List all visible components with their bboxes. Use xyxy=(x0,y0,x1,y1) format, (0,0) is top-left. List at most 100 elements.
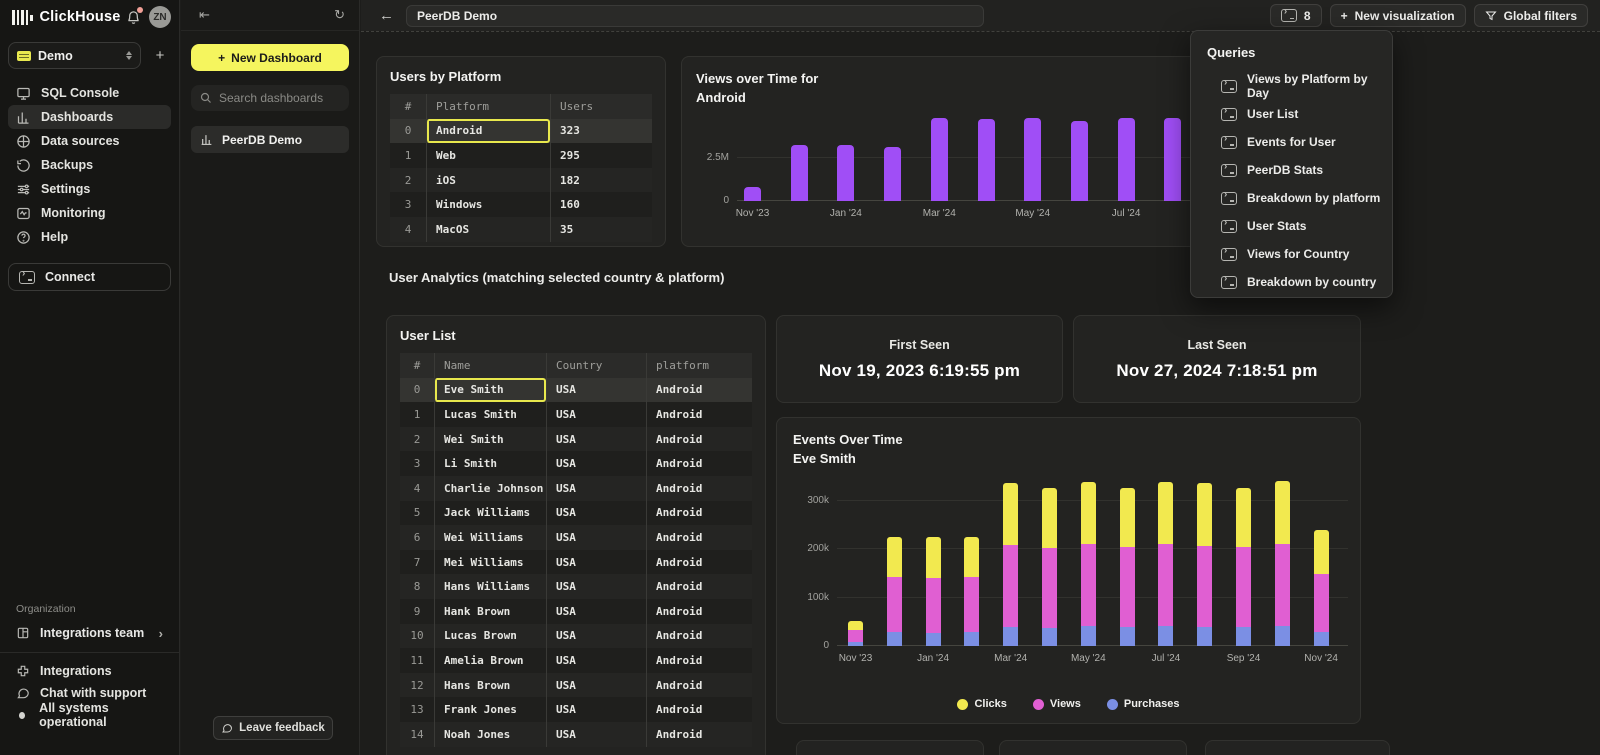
query-menu-item[interactable]: Breakdown by country xyxy=(1207,268,1392,296)
col-header[interactable]: platform xyxy=(646,353,752,378)
organization-team-item[interactable]: Integrations team › xyxy=(8,621,171,645)
dashboard-title-input[interactable] xyxy=(406,5,984,27)
platform-cell[interactable]: Web xyxy=(426,143,550,168)
name-cell[interactable]: Hank Brown xyxy=(434,599,546,624)
country-cell: USA xyxy=(546,673,646,698)
query-menu-item[interactable]: PeerDB Stats xyxy=(1207,156,1392,184)
events-chart-plot: 0100k200k300kNov '23Jan '24Mar '24May '2… xyxy=(837,473,1348,646)
collapse-panel-icon[interactable]: ⇤ xyxy=(199,7,210,23)
country-cell: USA xyxy=(546,501,646,526)
table-row[interactable]: 4 MacOS 35 xyxy=(390,217,652,242)
new-visualization-button[interactable]: + New visualization xyxy=(1330,4,1466,27)
table-row[interactable]: 12 Hans Brown USA Android xyxy=(400,673,752,698)
name-cell[interactable]: Amelia Brown xyxy=(434,648,546,673)
sidebar-item-sql-console[interactable]: SQL Console xyxy=(8,81,171,105)
table-row[interactable]: 4 Charlie Johnson USA Android xyxy=(400,476,752,501)
sidebar-item-settings[interactable]: Settings xyxy=(8,177,171,201)
name-cell[interactable]: Jack Williams xyxy=(434,501,546,526)
sidebar-item-monitoring[interactable]: Monitoring xyxy=(8,201,171,225)
platform-cell[interactable]: Android xyxy=(426,119,550,144)
system-status-item[interactable]: All systems operational xyxy=(8,704,171,726)
queries-menu-title: Queries xyxy=(1207,45,1392,60)
global-filters-button[interactable]: Global filters xyxy=(1474,4,1588,27)
legend-item[interactable]: Views xyxy=(1033,698,1081,710)
table-row[interactable]: 7 Mei Williams USA Android xyxy=(400,550,752,575)
table-row[interactable]: 13 Frank Jones USA Android xyxy=(400,697,752,722)
table-row[interactable]: 9 Hank Brown USA Android xyxy=(400,599,752,624)
name-cell[interactable]: Eve Smith xyxy=(434,378,546,403)
stat-label: First Seen xyxy=(889,338,949,352)
back-button[interactable]: ← xyxy=(379,7,394,24)
name-cell[interactable]: Li Smith xyxy=(434,451,546,476)
table-row[interactable]: 3 Windows 160 xyxy=(390,192,652,217)
name-cell[interactable]: Noah Jones xyxy=(434,722,546,747)
name-cell[interactable]: Wei Williams xyxy=(434,525,546,550)
system-status-label: All systems operational xyxy=(39,701,163,729)
refresh-icon[interactable]: ↻ xyxy=(334,7,345,23)
legend-item[interactable]: Purchases xyxy=(1107,698,1180,710)
legend-item[interactable]: Clicks xyxy=(957,698,1006,710)
table-row[interactable]: 8 Hans Williams USA Android xyxy=(400,574,752,599)
name-cell[interactable]: Hans Brown xyxy=(434,673,546,698)
connect-button[interactable]: Connect xyxy=(8,263,171,291)
leave-feedback-button[interactable]: Leave feedback xyxy=(213,716,333,740)
integrations-item[interactable]: Integrations xyxy=(8,660,171,682)
table-row[interactable]: 0 Android 323 xyxy=(390,119,652,144)
workspace-selector[interactable]: Demo xyxy=(8,42,141,69)
table-row[interactable]: 2 iOS 182 xyxy=(390,168,652,193)
add-workspace-button[interactable]: + xyxy=(149,47,171,64)
col-header[interactable]: # xyxy=(390,94,426,119)
chart-legend: Clicks Views Purchases xyxy=(777,698,1360,710)
sidebar-item-dashboards[interactable]: Dashboards xyxy=(8,105,171,129)
platform-cell[interactable]: MacOS xyxy=(426,217,550,242)
new-dashboard-button[interactable]: + New Dashboard xyxy=(191,44,349,71)
name-cell[interactable]: Hans Williams xyxy=(434,574,546,599)
name-cell[interactable]: Frank Jones xyxy=(434,697,546,722)
col-header[interactable]: Users xyxy=(550,94,652,119)
col-header[interactable]: Platform xyxy=(426,94,550,119)
sidebar-item-backups[interactable]: Backups xyxy=(8,153,171,177)
table-row[interactable]: 0 Eve Smith USA Android xyxy=(400,378,752,403)
platform-cell[interactable]: Windows xyxy=(426,192,550,217)
dashboard-search-input[interactable] xyxy=(219,91,340,105)
avatar[interactable]: ZN xyxy=(149,6,171,28)
query-menu-item[interactable]: User Stats xyxy=(1207,212,1392,240)
platform-cell: Android xyxy=(646,525,752,550)
sidebar-item-help[interactable]: Help xyxy=(8,225,171,249)
workspace-icon xyxy=(17,51,31,61)
query-menu-item[interactable]: Breakdown by platform xyxy=(1207,184,1392,212)
dashboard-list-item[interactable]: PeerDB Demo xyxy=(191,126,349,153)
table-row[interactable]: 6 Wei Williams USA Android xyxy=(400,525,752,550)
table-row[interactable]: 1 Lucas Smith USA Android xyxy=(400,402,752,427)
col-header[interactable]: Country xyxy=(546,353,646,378)
name-cell[interactable]: Wei Smith xyxy=(434,427,546,452)
name-cell[interactable]: Charlie Johnson xyxy=(434,476,546,501)
query-menu-item[interactable]: Views for Country xyxy=(1207,240,1392,268)
table-row[interactable]: 5 Jack Williams USA Android xyxy=(400,501,752,526)
table-row[interactable]: 3 Li Smith USA Android xyxy=(400,451,752,476)
dashboard-search[interactable] xyxy=(191,85,349,111)
bar-segment xyxy=(926,537,941,578)
queries-count-button[interactable]: 8 xyxy=(1270,4,1322,27)
row-index: 4 xyxy=(390,217,426,242)
table-row[interactable]: 14 Noah Jones USA Android xyxy=(400,722,752,747)
table-row[interactable]: 2 Wei Smith USA Android xyxy=(400,427,752,452)
query-menu-item[interactable]: User List xyxy=(1207,100,1392,128)
sidebar-item-label: SQL Console xyxy=(41,86,119,100)
notifications-bell-icon[interactable] xyxy=(126,10,141,25)
name-cell[interactable]: Lucas Brown xyxy=(434,624,546,649)
bar-segment xyxy=(848,642,863,646)
query-menu-item[interactable]: Events for User xyxy=(1207,128,1392,156)
bar-segment xyxy=(1275,626,1290,646)
table-row[interactable]: 10 Lucas Brown USA Android xyxy=(400,624,752,649)
platform-cell[interactable]: iOS xyxy=(426,168,550,193)
query-menu-item[interactable]: Views by Platform by Day xyxy=(1207,72,1392,100)
name-cell[interactable]: Mei Williams xyxy=(434,550,546,575)
table-row[interactable]: 1 Web 295 xyxy=(390,143,652,168)
table-row[interactable]: 11 Amelia Brown USA Android xyxy=(400,648,752,673)
country-cell: USA xyxy=(546,574,646,599)
sidebar-item-data-sources[interactable]: Data sources xyxy=(8,129,171,153)
col-header[interactable]: Name xyxy=(434,353,546,378)
col-header[interactable]: # xyxy=(400,353,434,378)
name-cell[interactable]: Lucas Smith xyxy=(434,402,546,427)
